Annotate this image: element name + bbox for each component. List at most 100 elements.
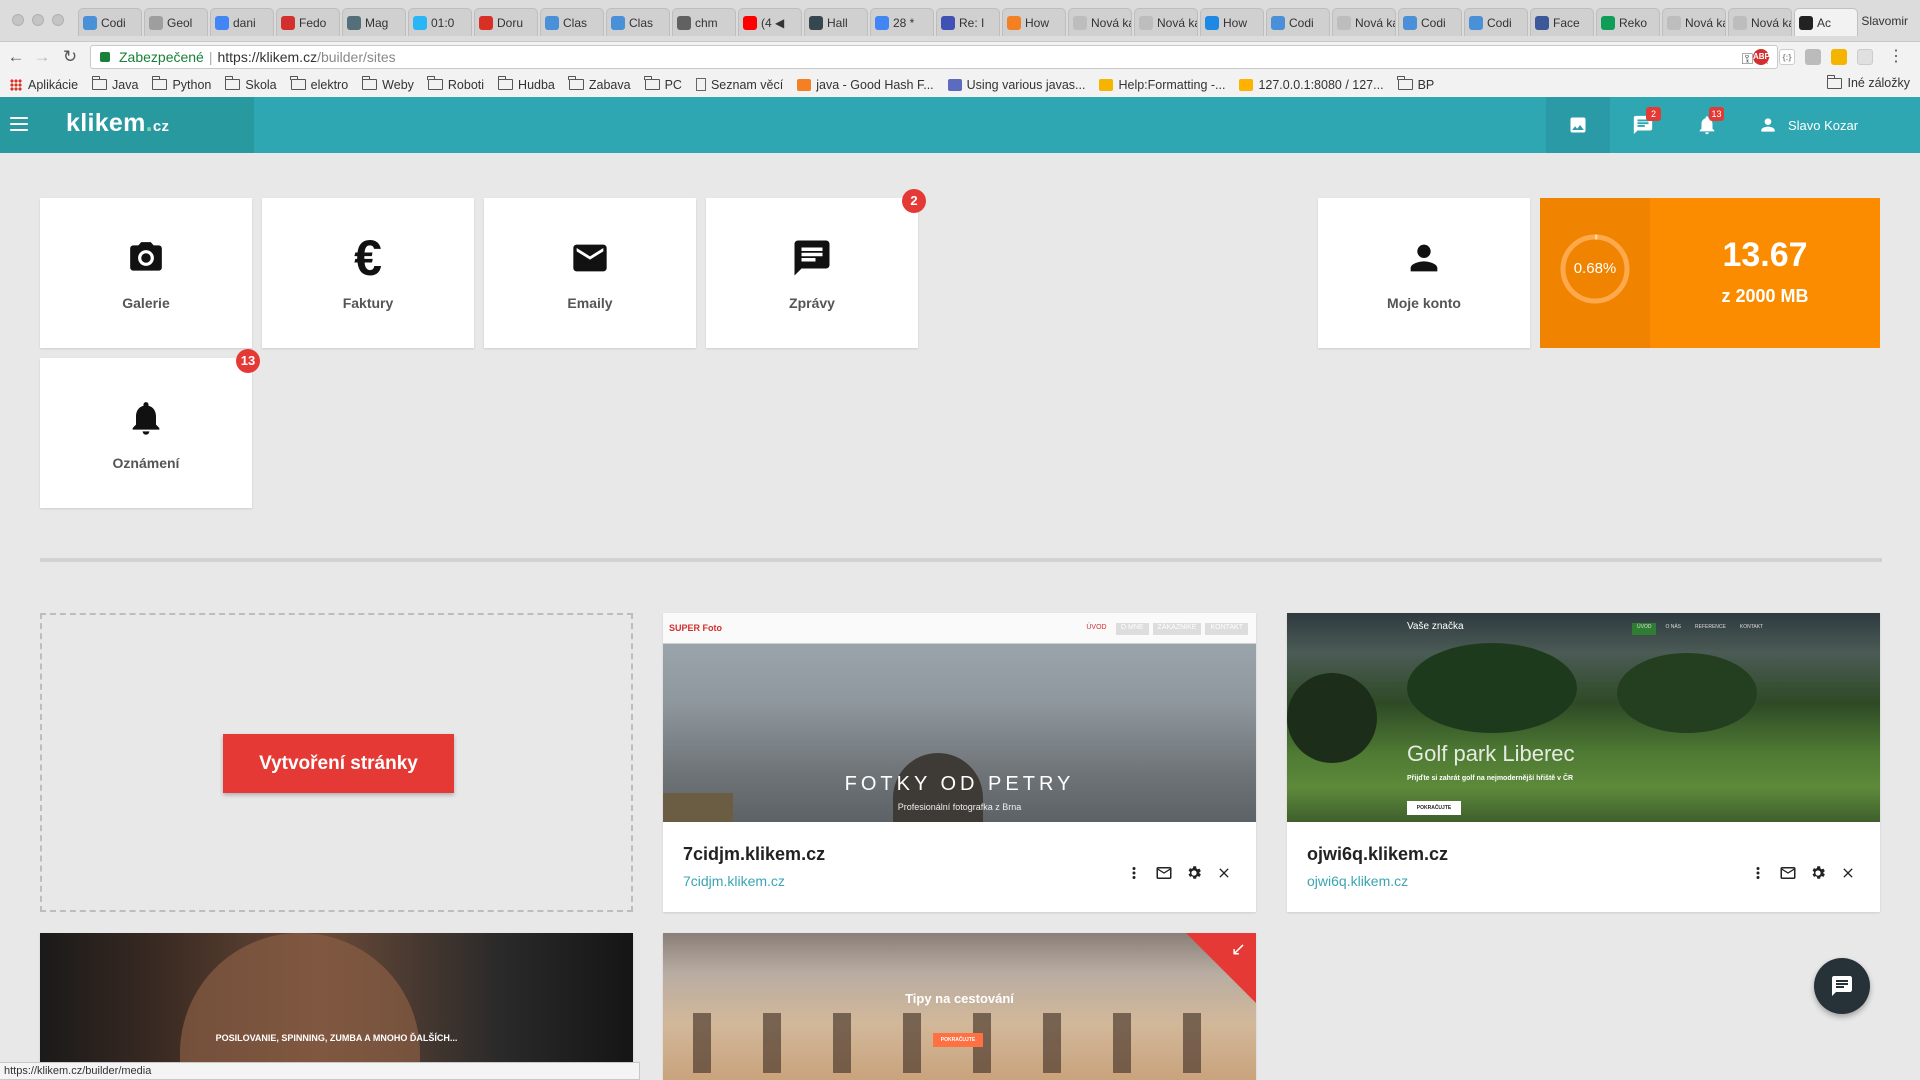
tile-invoices[interactable]: € Faktury: [262, 198, 474, 348]
bookmark-item[interactable]: java - Good Hash F...: [797, 78, 934, 92]
browser-profile-name[interactable]: Slavomir: [1861, 14, 1908, 28]
browser-tab[interactable]: Codi: [1398, 8, 1462, 36]
bookmark-item[interactable]: 127.0.0.1:8080 / 127...: [1239, 78, 1384, 92]
site-card[interactable]: Vaše značka ÚVOD O NÁS REFERENCE KONTAKT Go…: [1287, 613, 1880, 912]
bookmark-item[interactable]: Java: [91, 76, 138, 92]
browser-tab[interactable]: Face: [1530, 8, 1594, 36]
browser-tab[interactable]: Nová ka: [1134, 8, 1198, 36]
browser-tab[interactable]: Fedo: [276, 8, 340, 36]
settings-gear-icon[interactable]: [1808, 863, 1828, 883]
folder-icon: [644, 76, 660, 90]
tab-label: dani: [233, 15, 256, 30]
tile-messages[interactable]: Zprávy 2: [706, 189, 926, 348]
site-url-link[interactable]: ojwi6q.klikem.cz: [1307, 873, 1408, 889]
minimize-window-button[interactable]: [32, 14, 44, 26]
create-site-button[interactable]: Vytvoření stránky: [223, 734, 454, 793]
tile-notifications[interactable]: Oznámení 13: [40, 349, 260, 508]
mail-outline-icon[interactable]: [1154, 863, 1174, 883]
folder-icon: [1826, 74, 1843, 89]
browser-tab[interactable]: Doru: [474, 8, 538, 36]
browser-tab[interactable]: 01:0: [408, 8, 472, 36]
bookmark-item[interactable]: Hudba: [497, 76, 555, 92]
browser-tab[interactable]: Hall: [804, 8, 868, 36]
browser-tab[interactable]: 28 *: [870, 8, 934, 36]
browser-tab[interactable]: (4 ◀: [738, 8, 802, 36]
tab-bar: Codi Geol dani Fedo Mag 01:0 Doru Clas Clas chm (4…: [0, 0, 1920, 42]
messages-button[interactable]: 2: [1628, 97, 1661, 153]
bookmark-item[interactable]: Skola: [224, 76, 277, 92]
chat-fab-button[interactable]: [1814, 958, 1870, 1014]
browser-tab[interactable]: Nová ka: [1068, 8, 1132, 36]
tab-favicon-icon: [1733, 15, 1747, 30]
browser-tab[interactable]: Codi: [1464, 8, 1528, 36]
browser-tab[interactable]: Clas: [606, 8, 670, 36]
browser-tab[interactable]: chm: [672, 8, 736, 36]
user-menu[interactable]: Slavo Kozar: [1758, 97, 1858, 153]
site-card[interactable]: SUPER Foto ÚVOD O MNE ZÁKAZNÍKÉ KONTAKT FOT…: [663, 613, 1256, 912]
json-extension-icon[interactable]: {:}: [1779, 49, 1795, 65]
media-button[interactable]: [1546, 97, 1610, 153]
browser-tab[interactable]: Clas: [540, 8, 604, 36]
browser-tab[interactable]: Codi: [78, 8, 142, 36]
notes-extension-icon[interactable]: [1831, 49, 1847, 65]
forward-button[interactable]: →: [32, 47, 52, 67]
site-thumbnail[interactable]: Tipy na cestování POKRAČUJTE ↙: [663, 933, 1256, 1080]
browser-tab[interactable]: Nová ka: [1332, 8, 1396, 36]
bookmark-item[interactable]: Help:Formatting -...: [1099, 78, 1225, 92]
klikem-logo[interactable]: klikem.cz: [66, 109, 169, 138]
adblock-icon[interactable]: ABP: [1753, 49, 1770, 65]
hamburger-menu-button[interactable]: [10, 117, 28, 131]
browser-tab[interactable]: dani: [210, 8, 274, 36]
bookmark-item[interactable]: PC: [644, 76, 682, 92]
site-thumbnail[interactable]: SUPER Foto ÚVOD O MNE ZÁKAZNÍKÉ KONTAKT FOT…: [663, 613, 1256, 822]
browser-tab[interactable]: Re: I: [936, 8, 1000, 36]
wiki-icon: [1099, 78, 1114, 91]
address-bar[interactable]: Zabezpečené | https://klikem.cz/builder/si…: [90, 45, 1778, 69]
close-icon[interactable]: [1214, 863, 1234, 883]
browser-tab[interactable]: Nová ka: [1662, 8, 1726, 36]
zoom-window-button[interactable]: [52, 14, 64, 26]
browser-menu-icon[interactable]: ⋮: [1886, 47, 1906, 67]
bookmark-item[interactable]: elektro: [290, 76, 348, 92]
browser-tab[interactable]: How: [1200, 8, 1264, 36]
tile-gallery[interactable]: Galerie: [40, 198, 252, 348]
bookmark-item[interactable]: Seznam věcí: [695, 78, 783, 92]
more-vert-icon[interactable]: [1748, 863, 1768, 883]
extension-icon[interactable]: [1857, 49, 1873, 65]
notifications-button[interactable]: 13: [1692, 97, 1724, 153]
site-card[interactable]: Tipy na cestování POKRAČUJTE ↙: [663, 933, 1256, 1080]
browser-tab[interactable]: Mag: [342, 8, 406, 36]
site-card[interactable]: POSILOVANIE, SPINNING, ZUMBA A MNOHO ĎAL…: [40, 933, 633, 1080]
tab-label: Ac: [1817, 15, 1832, 30]
browser-tab[interactable]: Reko: [1596, 8, 1660, 36]
bookmark-item[interactable]: BP: [1397, 76, 1434, 92]
close-icon[interactable]: [1838, 863, 1858, 883]
site-thumbnail[interactable]: POSILOVANIE, SPINNING, ZUMBA A MNOHO ĎAL…: [40, 933, 633, 1080]
reload-button[interactable]: ↻: [60, 47, 80, 67]
more-vert-icon[interactable]: [1124, 863, 1144, 883]
key-icon[interactable]: ⚿: [1742, 49, 1753, 71]
browser-tab[interactable]: How: [1002, 8, 1066, 36]
bookmark-item[interactable]: Python: [151, 76, 211, 92]
tile-emails[interactable]: Emaily: [484, 198, 696, 348]
bookmark-item[interactable]: Aplikácie: [10, 78, 78, 92]
settings-gear-icon[interactable]: [1184, 863, 1204, 883]
browser-tab[interactable]: Codi: [1266, 8, 1330, 36]
image-icon: [1570, 117, 1586, 133]
arrow-down-left-icon[interactable]: ↙: [1231, 939, 1246, 960]
browser-tab[interactable]: Ac: [1794, 8, 1858, 36]
site-url-link[interactable]: 7cidjm.klikem.cz: [683, 873, 785, 889]
bookmark-item[interactable]: Using various javas...: [947, 78, 1085, 92]
back-button[interactable]: ←: [6, 47, 26, 67]
close-window-button[interactable]: [12, 14, 24, 26]
other-bookmarks[interactable]: Iné záložky: [1826, 74, 1910, 90]
bookmark-item[interactable]: Zabava: [568, 76, 631, 92]
bookmark-item[interactable]: Weby: [361, 76, 414, 92]
extension-icon[interactable]: [1805, 49, 1821, 65]
tile-my-account[interactable]: Moje konto: [1318, 198, 1530, 348]
bookmark-item[interactable]: Roboti: [427, 76, 484, 92]
site-thumbnail[interactable]: Vaše značka ÚVOD O NÁS REFERENCE KONTAKT Go…: [1287, 613, 1880, 822]
browser-tab[interactable]: Geol: [144, 8, 208, 36]
mail-outline-icon[interactable]: [1778, 863, 1798, 883]
browser-tab[interactable]: Nová ka: [1728, 8, 1792, 36]
